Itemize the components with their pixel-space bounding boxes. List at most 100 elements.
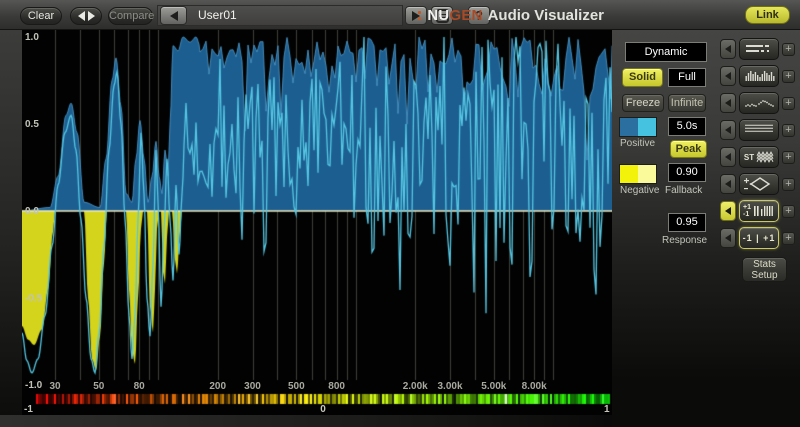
correlation-history-view-button[interactable]: +1 -1 bbox=[739, 200, 779, 222]
select-arrow-correlation-meter-view[interactable] bbox=[720, 228, 736, 248]
freq-tick-label: 30 bbox=[49, 381, 61, 392]
prev-triangle-icon bbox=[169, 10, 178, 21]
negative-line-color bbox=[638, 165, 656, 183]
select-arrow-stereo-waveform-view[interactable] bbox=[720, 147, 736, 167]
peak-button[interactable]: Peak bbox=[670, 140, 707, 158]
stats-setup-button[interactable]: Stats Setup bbox=[742, 257, 787, 282]
freq-tick-label: 800 bbox=[328, 381, 345, 392]
view-row-vectorscope-view: + bbox=[720, 173, 800, 195]
freq-tick-label: 300 bbox=[244, 381, 261, 392]
positive-label: Positive bbox=[620, 138, 656, 149]
control-panel: Dynamic Solid Full Freeze Infinite Posit… bbox=[612, 30, 800, 427]
brand-prefix: NU bbox=[427, 6, 450, 24]
left-triangle-icon bbox=[725, 234, 731, 242]
compare-button[interactable]: Compare bbox=[108, 7, 154, 25]
fallback-field[interactable]: 0.90 bbox=[668, 163, 706, 182]
add-view-button-stereo-waveform-view[interactable]: + bbox=[782, 150, 795, 164]
view-row-correlation-meter-view: -1 | +1 + bbox=[720, 227, 800, 249]
freq-tick-label: 3.00k bbox=[437, 381, 463, 392]
vectorscope-diamond-icon bbox=[742, 176, 776, 192]
left-triangle-icon bbox=[725, 72, 731, 80]
brand-accent: GEN bbox=[449, 6, 483, 24]
vectorscope-view-button[interactable] bbox=[739, 173, 779, 195]
colorbar-max-label: 1 bbox=[604, 404, 610, 415]
window-button[interactable]: Infinite bbox=[668, 94, 706, 112]
select-arrow-correlation-history-view[interactable] bbox=[720, 201, 736, 221]
previous-preset-button[interactable] bbox=[160, 6, 187, 25]
correlation-meter-label: -1 | +1 bbox=[742, 233, 776, 243]
left-margin bbox=[0, 30, 22, 415]
y-tick-label: 0.5 bbox=[25, 119, 39, 130]
stats-label-line1: Stats bbox=[753, 259, 776, 270]
fallback-label: Fallback bbox=[665, 185, 703, 196]
left-arrow-icon bbox=[77, 11, 85, 21]
y-tick-label: -0.5 bbox=[25, 293, 43, 304]
correlation-bars-icon bbox=[753, 203, 775, 219]
freeze-button[interactable]: Freeze bbox=[622, 94, 664, 112]
response-field[interactable]: 0.95 bbox=[668, 213, 706, 232]
positive-line-color bbox=[638, 118, 656, 136]
view-row-spectrum-view: + bbox=[720, 65, 800, 87]
correlation-meter-view-button[interactable]: -1 | +1 bbox=[739, 227, 779, 249]
select-arrow-vectorscope-view[interactable] bbox=[720, 174, 736, 194]
correlation-spectrum-display: 1.0 0.5 0.0 -0.5 -1.0 30 50 80 200 300 500 800 2.00k… bbox=[22, 30, 612, 415]
ab-toggle-button[interactable] bbox=[70, 7, 102, 25]
positive-color-swatch[interactable] bbox=[619, 117, 657, 137]
negative-fill-color bbox=[620, 165, 638, 183]
view-row-spectrograph-view: + bbox=[720, 92, 800, 114]
add-view-button-correlation-history-view[interactable]: + bbox=[782, 204, 795, 218]
freq-tick-label: 200 bbox=[209, 381, 227, 392]
horizontal-meters-icon bbox=[742, 41, 776, 57]
clear-button[interactable]: Clear bbox=[20, 7, 62, 25]
correlation-spectrum-canvas bbox=[22, 30, 612, 415]
add-view-button-spectrograph-view[interactable]: + bbox=[782, 96, 795, 110]
levels-view-button[interactable] bbox=[739, 38, 779, 60]
colorbar-min-label: -1 bbox=[24, 404, 33, 415]
y-tick-label: 0.0 bbox=[25, 206, 39, 217]
freq-tick-label: 50 bbox=[93, 381, 105, 392]
spectrum-bars-icon bbox=[742, 68, 776, 84]
negative-label: Negative bbox=[620, 185, 660, 196]
stereo-waveform-view-button[interactable]: ST bbox=[739, 146, 779, 168]
select-arrow-levels-view[interactable] bbox=[720, 39, 736, 59]
fill-select[interactable]: Full bbox=[668, 68, 706, 87]
add-view-button-vectorscope-view[interactable]: + bbox=[782, 177, 795, 191]
solid-button[interactable]: Solid bbox=[622, 68, 663, 87]
bottom-margin bbox=[0, 415, 612, 427]
scatter-dots-icon bbox=[742, 95, 776, 111]
view-row-correlation-history-view: +1 -1 + bbox=[720, 200, 800, 222]
brand-logo: NU GEN Audio Visualizer bbox=[418, 5, 604, 25]
left-triangle-icon bbox=[725, 126, 731, 134]
logo-dots-icon bbox=[418, 10, 422, 20]
add-view-button-spectrum-view[interactable]: + bbox=[782, 69, 795, 83]
stereo-label: ST bbox=[743, 152, 755, 162]
add-view-button-levels-view[interactable]: + bbox=[782, 42, 795, 56]
view-row-stereo-waveform-view: ST + bbox=[720, 146, 800, 168]
select-arrow-spectrum-view[interactable] bbox=[720, 66, 736, 86]
spectrograph-view-button[interactable] bbox=[739, 92, 779, 114]
left-triangle-icon bbox=[725, 180, 731, 188]
view-row-levels-view: + bbox=[720, 38, 800, 60]
freq-tick-label: 8.00k bbox=[521, 381, 547, 392]
preset-name-field[interactable]: User01 bbox=[157, 5, 403, 26]
spectrum-view-button[interactable] bbox=[739, 65, 779, 87]
colorbar-zero-label: 0 bbox=[320, 404, 326, 415]
select-arrow-spectrograph-view[interactable] bbox=[720, 93, 736, 113]
stats-label-line2: Setup bbox=[751, 270, 778, 281]
add-view-button-correlation-meter-view[interactable]: + bbox=[782, 231, 795, 245]
freq-tick-label: 500 bbox=[287, 381, 305, 392]
response-label: Response bbox=[662, 235, 708, 246]
link-button[interactable]: Link bbox=[745, 6, 790, 24]
time-window-field[interactable]: 5.0s bbox=[668, 117, 706, 136]
select-arrow-waveform-view[interactable] bbox=[720, 120, 736, 140]
add-view-button-waveform-view[interactable]: + bbox=[782, 123, 795, 137]
waveform-view-button[interactable] bbox=[739, 119, 779, 141]
left-triangle-icon bbox=[725, 45, 731, 53]
toolbar: Clear Compare User01 ? NU GEN Audio Visua… bbox=[0, 0, 800, 30]
zigzag-waves-icon bbox=[742, 122, 776, 138]
mode-select[interactable]: Dynamic bbox=[625, 42, 707, 62]
y-tick-label: 1.0 bbox=[25, 32, 39, 43]
negative-color-swatch[interactable] bbox=[619, 164, 657, 184]
plus-minus-one-labels: +1 -1 bbox=[743, 204, 751, 218]
left-triangle-icon bbox=[725, 153, 731, 161]
